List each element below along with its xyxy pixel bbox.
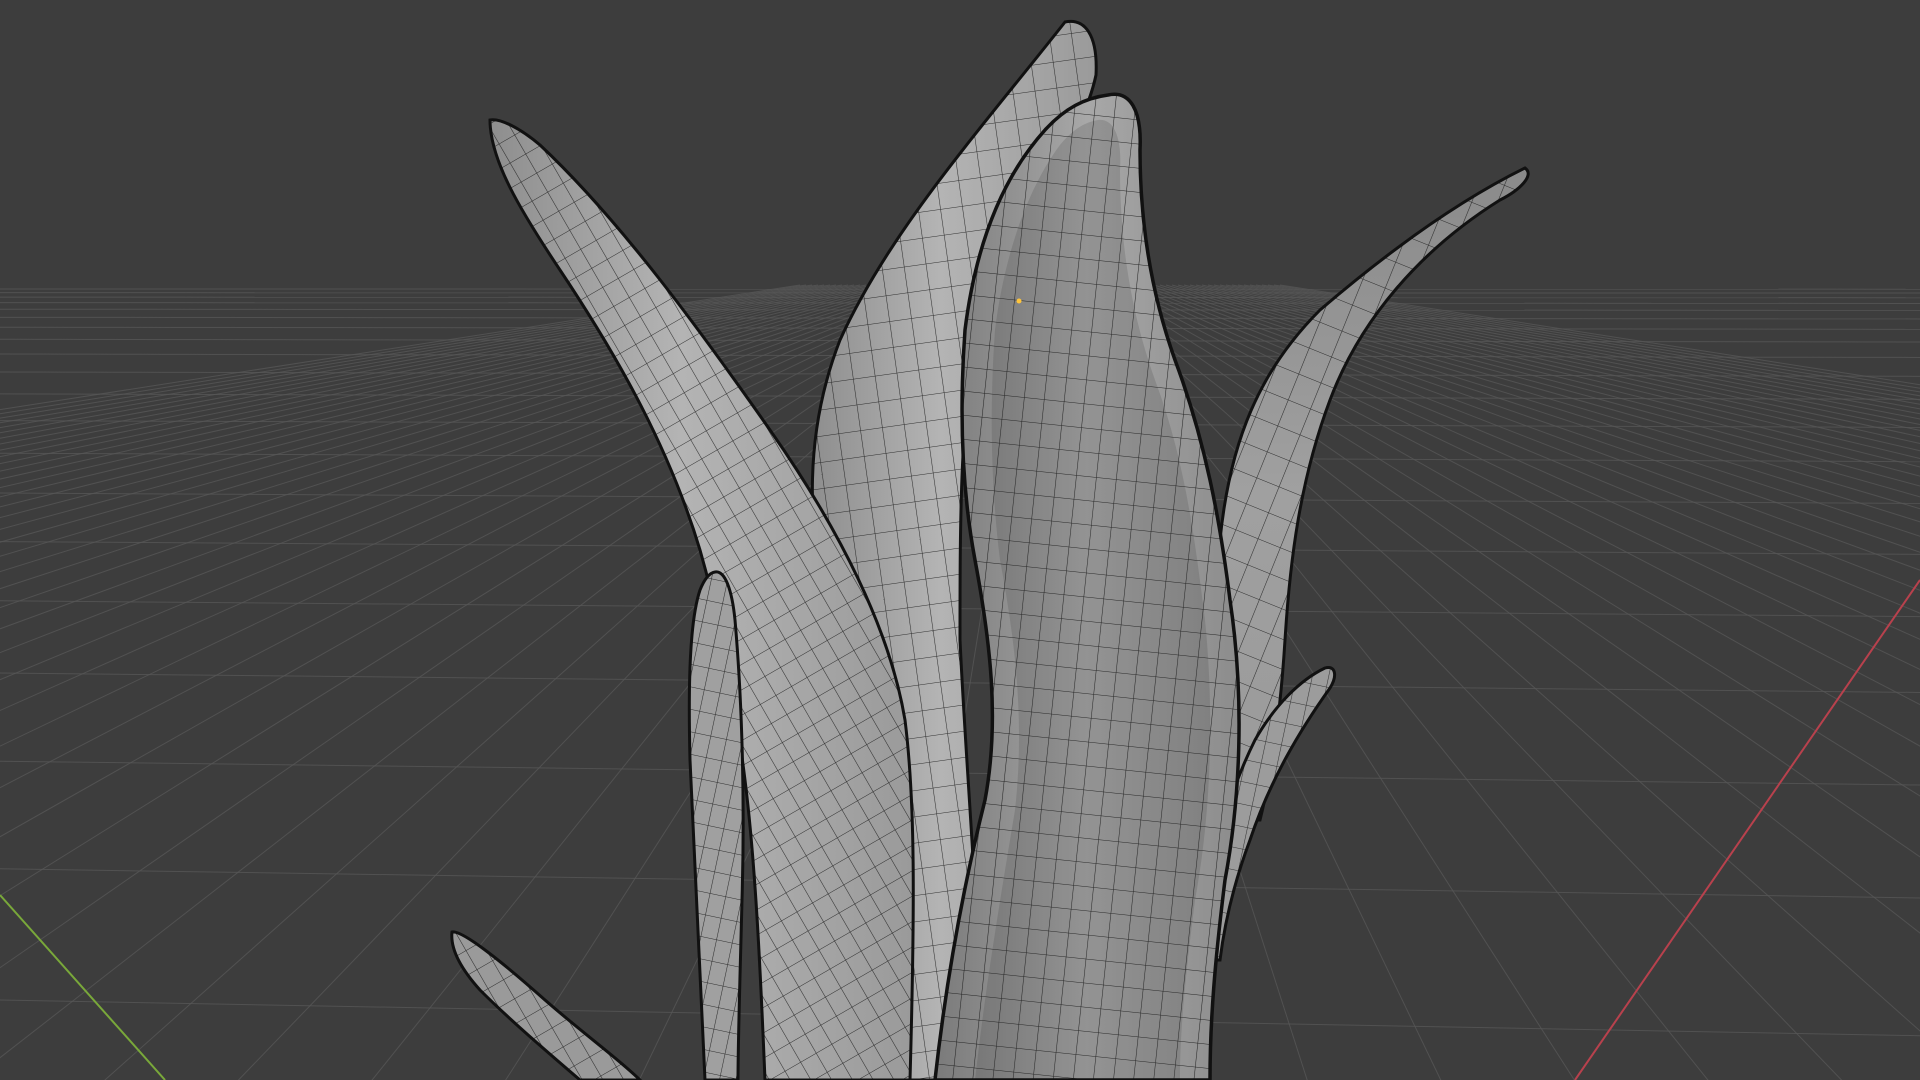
3d-viewport[interactable] bbox=[0, 0, 1920, 1080]
viewport-canvas[interactable] bbox=[0, 0, 1920, 1080]
selected-vertex-dot[interactable] bbox=[1016, 298, 1022, 304]
